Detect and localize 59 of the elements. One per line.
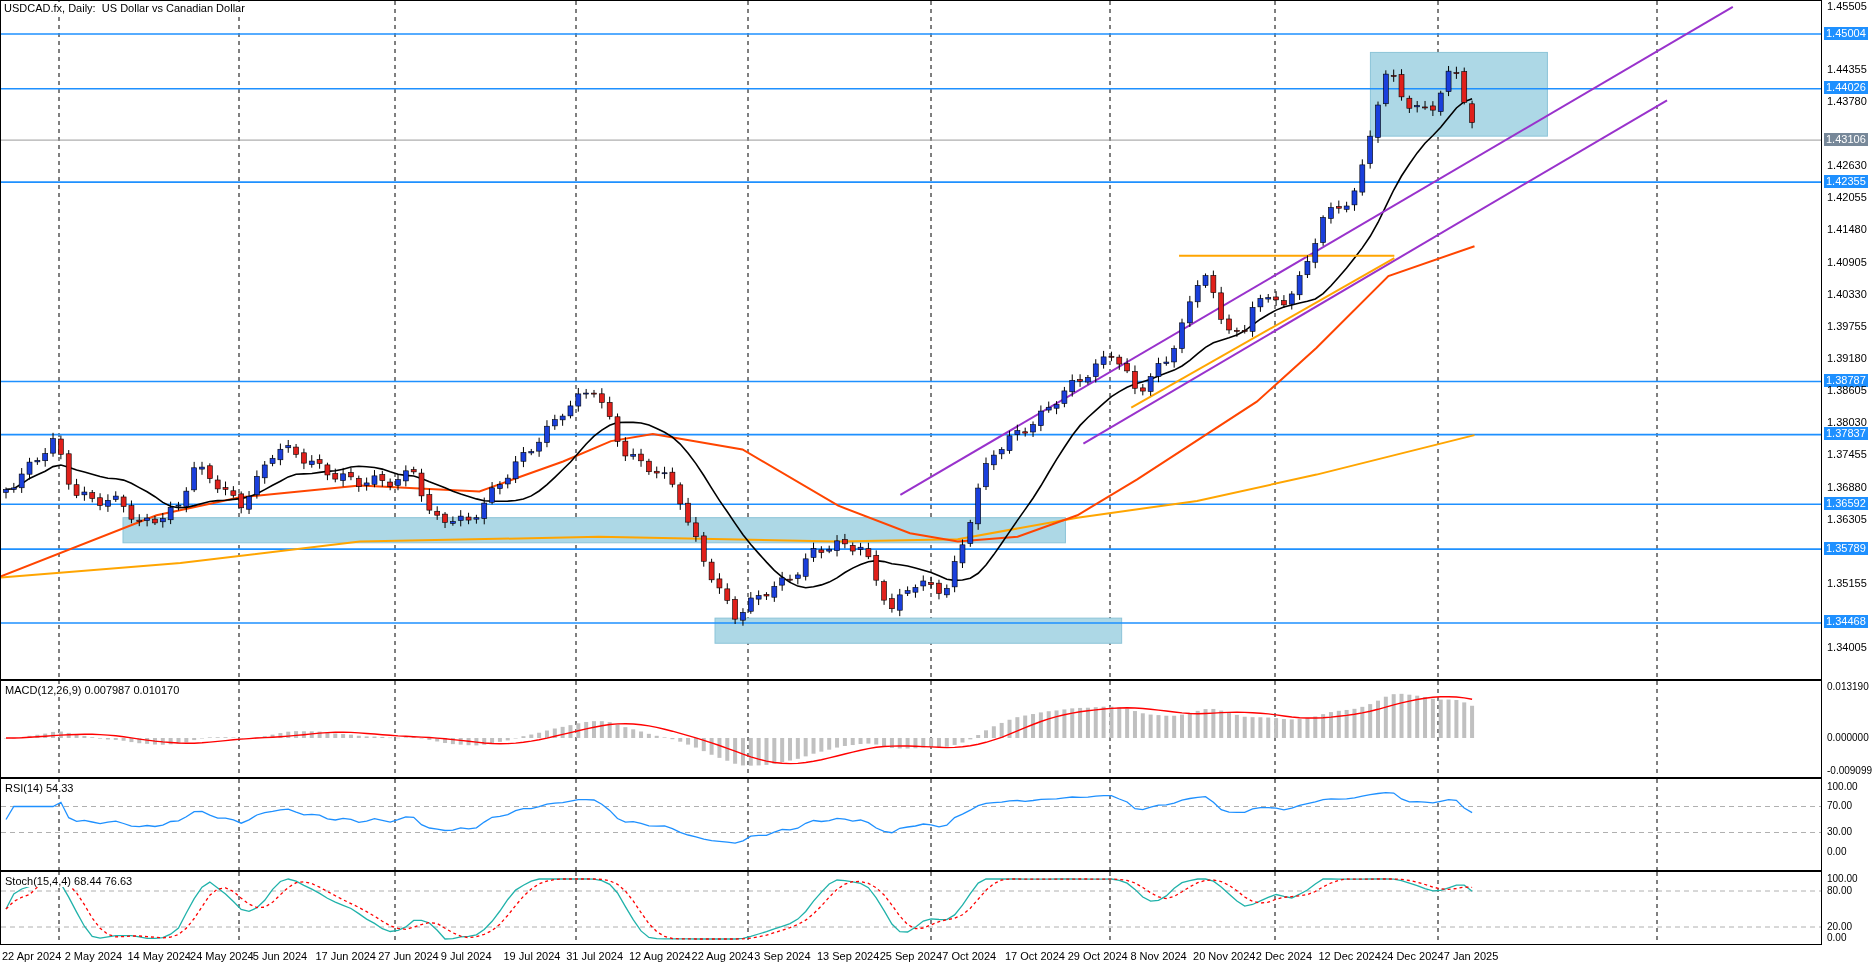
time-axis-label: 9 Jul 2024 <box>439 949 493 964</box>
axis-tick-label: 1.39180 <box>1827 352 1867 366</box>
time-axis-label: 25 Sep 2024 <box>879 949 941 964</box>
time-axis-label: 19 Jul 2024 <box>502 949 562 964</box>
axis-tick-label: 0.013190 <box>1827 680 1869 694</box>
price-level-label: 1.37837 <box>1824 427 1868 441</box>
time-axis-label: 22 Aug 2024 <box>691 949 753 964</box>
time-axis-label: 13 Sep 2024 <box>815 949 878 964</box>
time-axis-label: 29 Oct 2024 <box>1066 949 1129 964</box>
axis-tick-label: 70.00 <box>1827 799 1853 812</box>
axis-tick-label: 0.000000 <box>1827 730 1869 744</box>
axis-tick-label: 80.00 <box>1827 883 1853 897</box>
price-level-label: 1.42355 <box>1824 174 1868 188</box>
axis-tick-label: 1.35155 <box>1827 577 1867 591</box>
axis-tick-label: 1.39755 <box>1827 319 1867 333</box>
time-axis-label: 8 Nov 2024 <box>1129 949 1188 964</box>
price-level-label: 1.43106 <box>1824 132 1868 146</box>
axis-tick-label: 1.42055 <box>1827 191 1867 205</box>
axis-tick-label: 1.36305 <box>1827 512 1867 526</box>
axis-tick-label: 1.43780 <box>1827 94 1867 108</box>
time-axis-label: 7 Oct 2024 <box>941 949 998 964</box>
price-level-label: 1.45004 <box>1824 26 1868 40</box>
time-axis-label: 12 Aug 2024 <box>627 949 690 964</box>
axis-tick-label: 1.37455 <box>1827 448 1867 462</box>
price-level-label: 1.44026 <box>1824 81 1868 95</box>
time-axis-label: 14 May 2024 <box>126 949 189 964</box>
time-axis-label: 20 Nov 2024 <box>1192 949 1254 964</box>
axis-tick-label: 1.34005 <box>1827 641 1867 655</box>
axis-tick-label: 20.00 <box>1827 919 1853 933</box>
axis-tick-label: 1.38030 <box>1827 416 1867 429</box>
axis-tick-label: 1.36880 <box>1827 480 1867 494</box>
time-axis-label: 2 Dec 2024 <box>1255 949 1313 964</box>
time-axis-label: 3 Sep 2024 <box>753 949 812 964</box>
price-level-label: 1.36592 <box>1824 496 1868 510</box>
time-axis-label: 2 May 2024 <box>63 949 124 964</box>
time-axis-label: 22 Apr 2024 <box>1 949 63 964</box>
time-axis-label: 17 Jun 2024 <box>314 949 377 964</box>
time-axis-label: 17 Oct 2024 <box>1004 949 1066 964</box>
axis-tick-label: 1.45505 <box>1827 0 1867 13</box>
indicator-label: MACD(12,26,9) 0.007987 0.010170 <box>5 684 180 696</box>
axis-tick-label: 1.40330 <box>1827 287 1867 301</box>
axis-tick-label: 1.44355 <box>1827 62 1867 76</box>
time-axis-label: 12 Dec 2024 <box>1317 949 1380 964</box>
axis-tick-label: -0.009099 <box>1827 764 1873 777</box>
axis-tick-label: 30.00 <box>1827 825 1853 838</box>
axis-tick-label: 1.42630 <box>1827 159 1867 173</box>
price-level-label: 1.35789 <box>1824 541 1868 555</box>
axis-tick-label: 100.00 <box>1827 871 1858 885</box>
price-level-label: 1.34468 <box>1824 615 1868 629</box>
axis-tick-label: 0.00 <box>1827 931 1847 944</box>
axis-tick-label: 1.41480 <box>1827 223 1867 237</box>
time-axis-label: 31 Jul 2024 <box>565 949 625 964</box>
axis-tick-label: 0.00 <box>1827 844 1847 858</box>
indicator-label: RSI(14) 54.33 <box>5 782 74 794</box>
chart-title: USDCAD.fx, Daily: US Dollar vs Canadian Dollar <box>4 2 245 14</box>
time-axis-label: 27 Jun 2024 <box>377 949 439 964</box>
axis-tick-label: 1.40905 <box>1827 255 1867 269</box>
axis-tick-label: 100.00 <box>1827 779 1858 793</box>
indicator-label: Stoch(15,4,4) 68.44 76.63 <box>5 875 133 887</box>
